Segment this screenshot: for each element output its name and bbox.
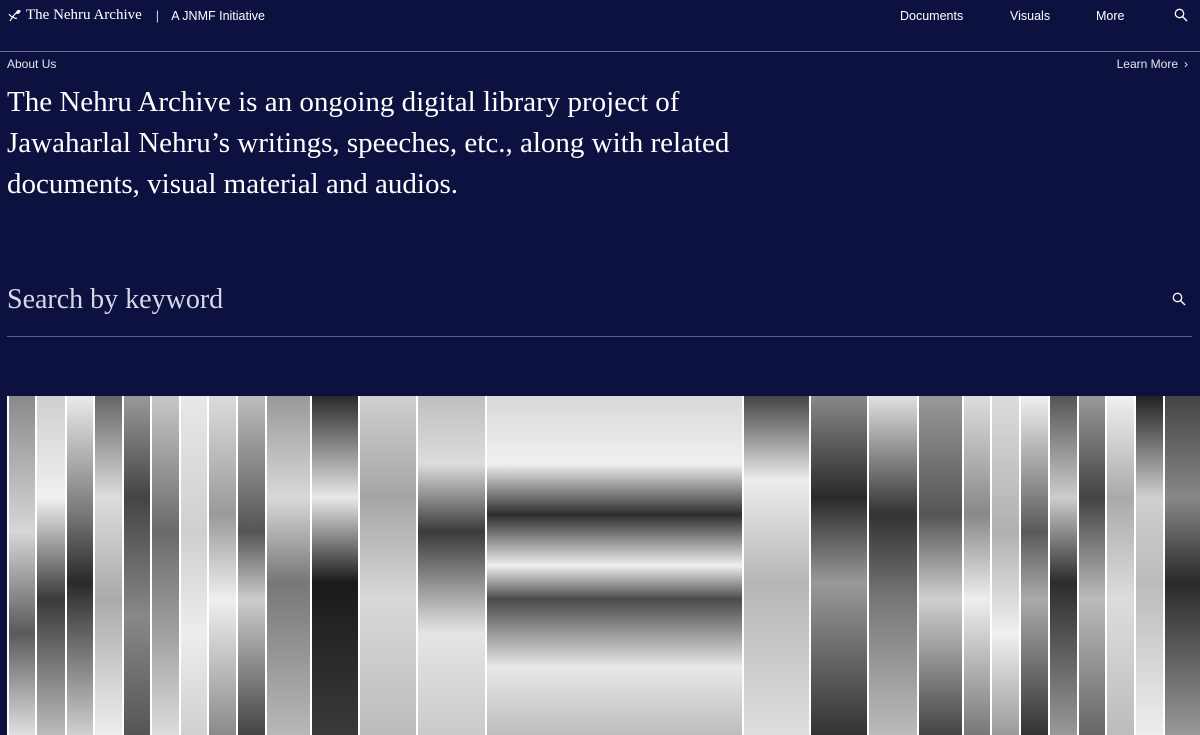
collage-strip bbox=[742, 396, 809, 735]
collage-strip bbox=[809, 396, 867, 735]
collage-strip bbox=[416, 396, 485, 735]
collage-strip bbox=[236, 396, 265, 735]
nav-more[interactable]: More bbox=[1096, 9, 1124, 23]
collage-strip bbox=[1048, 396, 1077, 735]
collage-strip bbox=[1019, 396, 1048, 735]
photo-collage bbox=[7, 396, 1200, 735]
nav-documents[interactable]: Documents bbox=[900, 9, 963, 23]
chevron-right-icon: › bbox=[1184, 57, 1188, 71]
collage-strip bbox=[917, 396, 962, 735]
about-us-label: About Us bbox=[7, 57, 57, 71]
brand[interactable]: The Nehru Archive | A JNMF Initiative bbox=[7, 7, 265, 24]
collage-strip bbox=[150, 396, 179, 735]
collage-strip bbox=[179, 396, 207, 735]
collage-strip bbox=[310, 396, 358, 735]
collage-strip bbox=[1163, 396, 1200, 735]
brand-subtitle[interactable]: A JNMF Initiative bbox=[171, 9, 265, 23]
brand-name[interactable]: The Nehru Archive bbox=[26, 7, 142, 24]
site-header: The Nehru Archive | A JNMF Initiative Do… bbox=[0, 0, 1200, 52]
learn-more-label[interactable]: Learn More bbox=[1117, 57, 1178, 71]
collage-strip bbox=[265, 396, 310, 735]
collage-strip bbox=[93, 396, 122, 735]
rose-logo-icon bbox=[8, 9, 21, 21]
collage-strip bbox=[358, 396, 416, 735]
brand-separator: | bbox=[155, 8, 160, 23]
learn-more-link[interactable]: Learn More › bbox=[1117, 57, 1188, 71]
collage-strip bbox=[485, 396, 742, 735]
intro-text: The Nehru Archive is an ongoing digital … bbox=[7, 86, 730, 200]
collage-strip bbox=[1077, 396, 1105, 735]
nav-visuals[interactable]: Visuals bbox=[1010, 9, 1050, 23]
collage-strip bbox=[7, 396, 35, 735]
collage-strip bbox=[990, 396, 1019, 735]
search-input[interactable] bbox=[7, 278, 1147, 322]
collage-strip bbox=[1105, 396, 1134, 735]
collage-strip bbox=[207, 396, 236, 735]
collage-strip bbox=[962, 396, 990, 735]
collage-strip bbox=[122, 396, 150, 735]
search-icon[interactable] bbox=[1172, 292, 1186, 306]
collage-strip bbox=[1134, 396, 1163, 735]
search-icon[interactable] bbox=[1174, 8, 1188, 22]
search-bar bbox=[7, 278, 1192, 337]
collage-strip bbox=[65, 396, 93, 735]
collage-strip bbox=[867, 396, 917, 735]
collage-strip bbox=[35, 396, 65, 735]
